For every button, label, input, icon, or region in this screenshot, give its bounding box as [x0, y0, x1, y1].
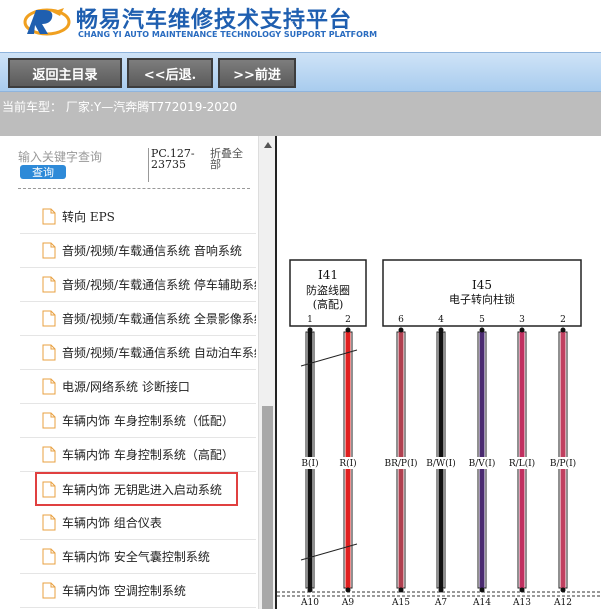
document-icon — [42, 514, 56, 531]
tree-item[interactable]: 音频/视频/车载通信系统 全景影像系统 — [20, 302, 256, 336]
tree-item[interactable]: 音频/视频/车载通信系统 停车辅助系统 — [20, 268, 256, 302]
nav-scrollbar[interactable] — [258, 136, 275, 609]
wiring-diagram-panel: I41 防盗线圈 (高配) I45 电子转向柱锁 1 B(I) A10 2 R(I) A9 6 BR/P… — [275, 136, 601, 609]
wire-color-label: B/W(I) — [426, 458, 455, 469]
wire-color-label: BR/P(I) — [384, 458, 417, 469]
pin-dot — [479, 587, 485, 593]
current-vehicle-text: 当前车型： 厂家:Y—汽奔腾T772019-2020 — [2, 100, 238, 114]
terminal-label: A10 — [300, 598, 319, 608]
app-logo — [23, 8, 71, 36]
document-code: PC.127-23735 — [148, 148, 204, 182]
tree-item-selected[interactable]: 车辆内饰 无钥匙进入启动系统 — [35, 472, 238, 506]
wire-color-label: R/L(I) — [509, 458, 535, 469]
pin-dot — [438, 327, 444, 333]
tree-item-label: 转向 EPS — [62, 210, 115, 224]
tree-item-label: 车辆内饰 无钥匙进入启动系统 — [62, 482, 222, 497]
connector-id-label: I41 — [318, 268, 338, 282]
terminal-label: A13 — [512, 598, 531, 608]
document-icon — [42, 548, 56, 565]
document-icon — [42, 412, 56, 429]
tree-item-label: 车辆内饰 车身控制系统（低配） — [62, 414, 234, 428]
pin-dot — [345, 327, 351, 333]
document-icon — [42, 481, 56, 497]
document-icon — [42, 208, 56, 225]
document-icon — [42, 582, 56, 599]
tree-item[interactable]: 转向 EPS — [20, 200, 256, 234]
tree-item-label: 音频/视频/车载通信系统 音响系统 — [62, 244, 242, 258]
tree-item[interactable]: 车辆内饰 车身控制系统（高配） — [20, 438, 256, 472]
pin-dot — [519, 587, 525, 593]
connector-id-label: I45 — [472, 278, 492, 292]
home-button[interactable]: 返回主目录 — [8, 58, 122, 88]
pin-dot — [560, 587, 566, 593]
document-icon — [42, 310, 56, 327]
terminal-label: A14 — [472, 598, 491, 608]
divider — [18, 188, 250, 189]
pin-dot — [307, 327, 313, 333]
tree-item[interactable]: 车辆内饰 空调控制系统 — [20, 574, 256, 608]
pin-dot — [479, 327, 485, 333]
pin-number-label: 6 — [398, 315, 404, 325]
tree-item-label: 电源/网络系统 诊断接口 — [62, 380, 190, 394]
connector-name-label: 防盗线圈 — [306, 283, 350, 297]
scroll-up-arrow-icon[interactable] — [259, 138, 276, 152]
document-icon — [42, 276, 56, 293]
pin-dot — [519, 327, 525, 333]
pin-number-label: 1 — [307, 315, 313, 325]
wiring-diagram: I41防盗线圈(高配) I45电子转向柱锁 1 B(I) A10 2 R(I) A9 6 BR/P… — [277, 259, 601, 608]
connector-name-label: 电子转向柱锁 — [449, 292, 515, 306]
pin-dot — [345, 587, 351, 593]
connector-note-label: (高配) — [313, 297, 344, 311]
document-icon — [42, 242, 56, 259]
tree-item-label: 车辆内饰 车身控制系统（高配） — [62, 448, 234, 462]
tree-item[interactable]: 音频/视频/车载通信系统 自动泊车系统 — [20, 336, 256, 370]
pin-number-label: 2 — [345, 315, 351, 325]
pin-number-label: 2 — [560, 315, 566, 325]
tree-item-label: 音频/视频/车载通信系统 自动泊车系统 — [62, 346, 256, 360]
wire-color-label: B(I) — [301, 458, 318, 469]
document-icon — [42, 446, 56, 463]
pin-number-label: 5 — [479, 315, 485, 325]
tree-item[interactable]: 电源/网络系统 诊断接口 — [20, 370, 256, 404]
pin-dot — [438, 587, 444, 593]
pin-number-label: 4 — [438, 315, 444, 325]
document-icon — [42, 378, 56, 395]
tree-item-label: 车辆内饰 组合仪表 — [62, 516, 162, 530]
tree-item[interactable]: 车辆内饰 组合仪表 — [20, 506, 256, 540]
pin-number-label: 3 — [519, 315, 525, 325]
toolbar: 返回主目录 <<后退. >>前进 — [0, 52, 601, 92]
document-icon — [42, 344, 56, 361]
tree-item-label: 车辆内饰 空调控制系统 — [62, 584, 186, 598]
pin-dot — [560, 327, 566, 333]
tree-item-label: 音频/视频/车载通信系统 停车辅助系统 — [62, 278, 256, 292]
forward-button[interactable]: >>前进 — [218, 58, 296, 88]
pin-dot — [307, 587, 313, 593]
terminal-label: A9 — [341, 598, 354, 608]
tree-item[interactable]: 车辆内饰 安全气囊控制系统 — [20, 540, 256, 574]
nav-panel: 查询 PC.127-23735 折叠全部 转向 EPS 音频/视频/车载通信系统… — [0, 136, 258, 609]
search-button[interactable]: 查询 — [20, 165, 66, 179]
terminal-label: A15 — [391, 598, 410, 608]
pin-dot — [398, 587, 404, 593]
tree-item-label: 音频/视频/车载通信系统 全景影像系统 — [62, 312, 256, 326]
tree-item[interactable]: 车辆内饰 车身控制系统（低配） — [20, 404, 256, 438]
terminal-label: A12 — [553, 598, 572, 608]
collapse-all-link[interactable]: 折叠全部 — [210, 148, 250, 170]
wire-color-label: B/V(I) — [469, 458, 496, 469]
terminal-label: A7 — [434, 598, 447, 608]
pin-dot — [398, 327, 404, 333]
vehicle-info-bar: 当前车型： 厂家:Y—汽奔腾T772019-2020 — [0, 92, 601, 136]
tree-item-label: 车辆内饰 安全气囊控制系统 — [62, 550, 210, 564]
scroll-thumb[interactable] — [262, 406, 273, 609]
back-button[interactable]: <<后退. — [127, 58, 213, 88]
app-subtitle: CHANG YI AUTO MAINTENANCE TECHNOLOGY SUP… — [78, 30, 378, 39]
wire-color-label: R(I) — [339, 458, 356, 469]
tree-list: 转向 EPS 音频/视频/车载通信系统 音响系统 音频/视频/车载通信系统 停车… — [20, 200, 256, 608]
wire-color-label: B/P(I) — [550, 458, 576, 469]
app-header: 畅易汽车维修技术支持平台 CHANG YI AUTO MAINTENANCE T… — [0, 0, 601, 52]
tree-item[interactable]: 音频/视频/车载通信系统 音响系统 — [20, 234, 256, 268]
